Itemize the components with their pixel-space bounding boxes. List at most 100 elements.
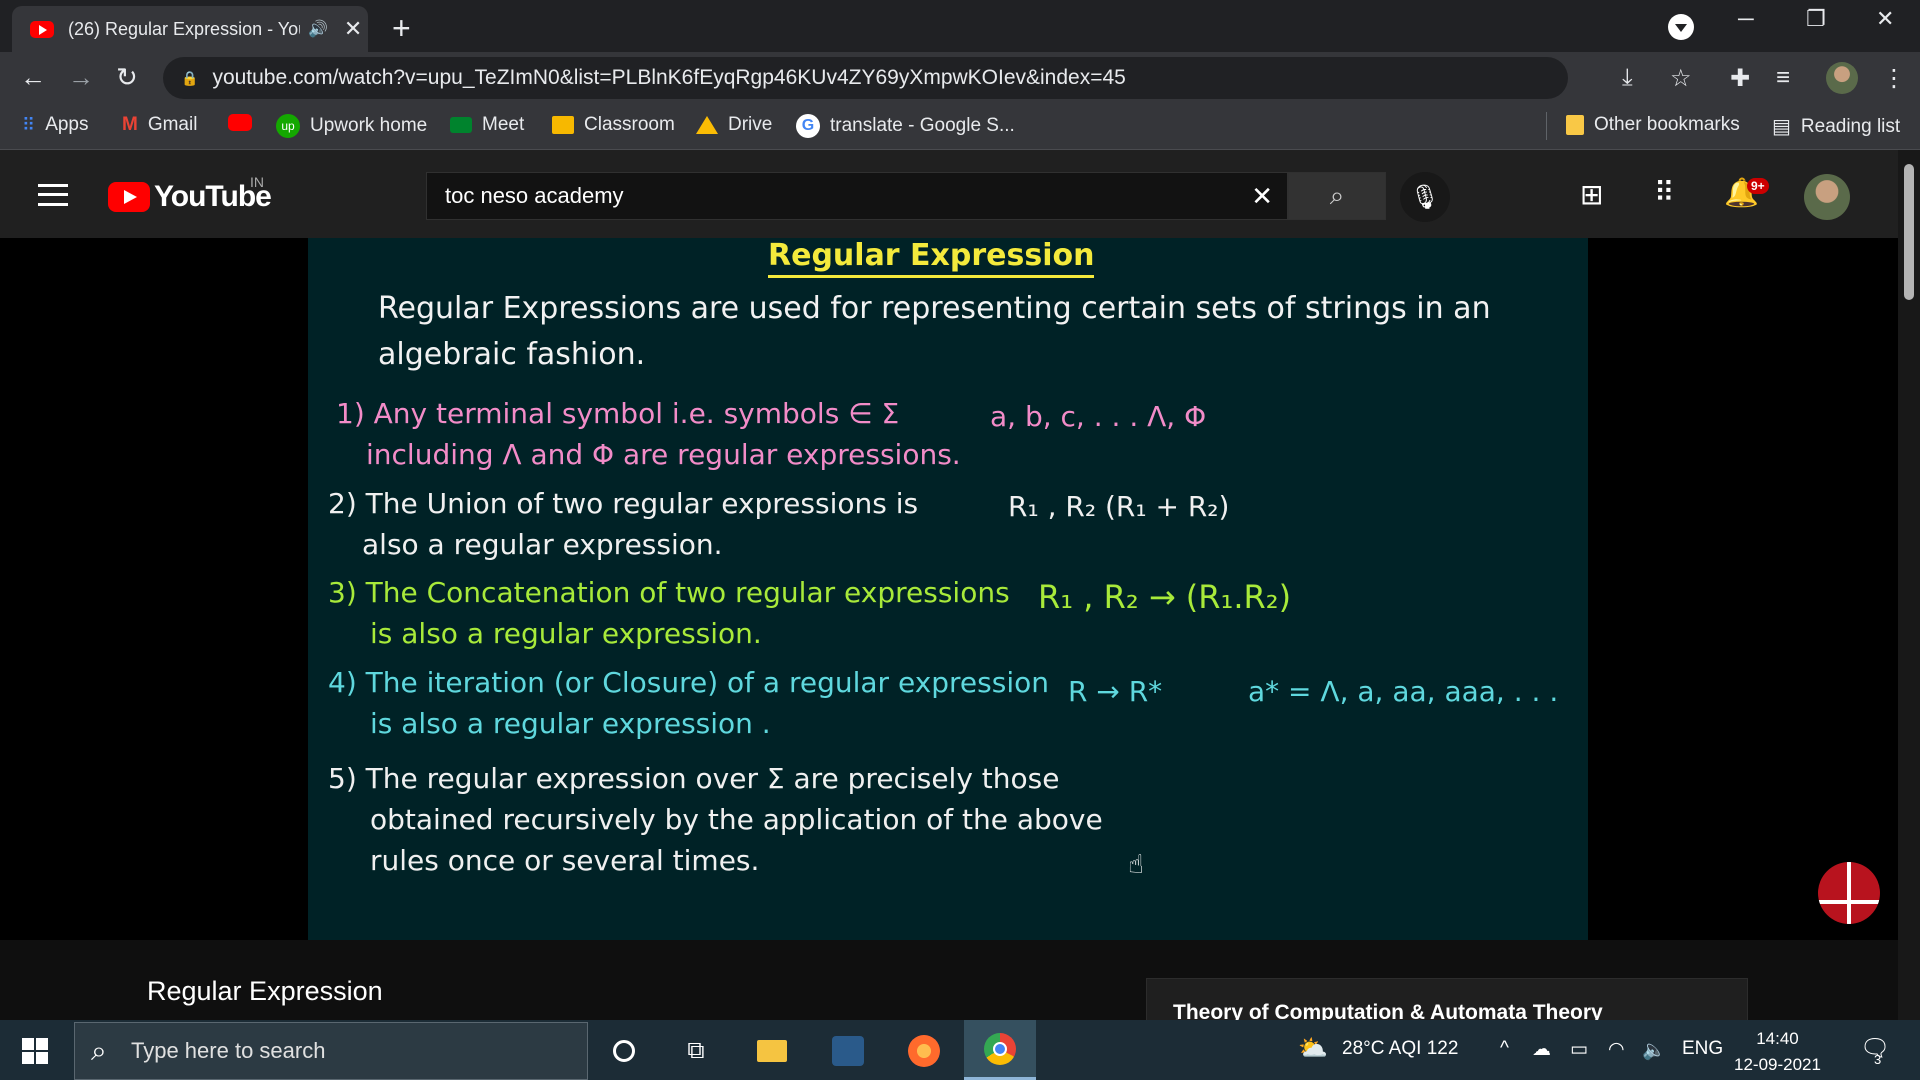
hamburger-menu-icon[interactable] xyxy=(38,184,68,206)
reload-icon[interactable]: ↻ xyxy=(116,62,138,93)
chrome-taskbar-icon[interactable] xyxy=(964,1020,1036,1080)
mouse-cursor-icon: ☝ xyxy=(1128,850,1144,880)
bookmark-drive[interactable]: Drive xyxy=(696,114,772,136)
rule-1: 1) Any terminal symbol i.e. symbols ∈ Σ … xyxy=(336,393,961,475)
install-icon[interactable]: ⤓ xyxy=(1622,64,1633,92)
youtube-favicon-icon xyxy=(30,20,54,38)
youtube-logo[interactable]: YouTube xyxy=(108,180,272,214)
bookmark-upwork[interactable]: up Upwork home xyxy=(276,114,427,138)
bookmark-apps[interactable]: ⠿ Apps xyxy=(22,114,89,136)
gmail-icon: M xyxy=(122,114,138,135)
rule-2-note: R₁ , R₂ (R₁ + R₂) xyxy=(1008,490,1230,523)
windows-taskbar: ⌕ Type here to search ⧉ ⛅ 28°C AQI 122 ^… xyxy=(0,1020,1920,1080)
upwork-icon: up xyxy=(276,114,300,138)
rule-1-line-1: 1) Any terminal symbol i.e. symbols ∈ Σ xyxy=(336,397,900,430)
bookmark-classroom[interactable]: Classroom xyxy=(552,114,675,136)
bookmark-gmail[interactable]: M Gmail xyxy=(122,114,197,136)
other-bookmarks[interactable]: Other bookmarks xyxy=(1566,114,1740,136)
clear-search-icon[interactable]: ✕ xyxy=(1251,181,1273,212)
search-icon: ⌕ xyxy=(91,1035,107,1066)
back-icon[interactable]: ← xyxy=(20,62,46,93)
weather-text[interactable]: 28°C AQI 122 xyxy=(1342,1038,1458,1060)
reading-list[interactable]: ▤ Reading list xyxy=(1772,114,1900,139)
user-avatar[interactable] xyxy=(1804,174,1850,220)
search-icon: ⌕ xyxy=(1329,180,1345,210)
onedrive-icon[interactable]: ☁ xyxy=(1532,1038,1551,1061)
volume-icon[interactable]: 🔈 xyxy=(1642,1038,1666,1062)
drive-icon xyxy=(696,116,718,134)
apps-grid-icon: ⠿ xyxy=(22,114,36,135)
notification-count: 3 xyxy=(1874,1052,1882,1067)
profile-avatar[interactable] xyxy=(1826,62,1858,94)
rule-3-line-2: is also a regular expression. xyxy=(370,617,762,650)
speaker-icon[interactable]: 🔊 xyxy=(308,19,328,39)
rule-5-line-2: obtained recursively by the application … xyxy=(370,803,1103,836)
scrollbar-thumb[interactable] xyxy=(1904,164,1914,300)
minimize-icon[interactable]: ─ xyxy=(1738,6,1754,32)
search-button[interactable]: ⌕ xyxy=(1288,172,1386,220)
new-tab-button[interactable]: + xyxy=(392,10,411,47)
rule-2-line-1: 2) The Union of two regular expressions … xyxy=(328,487,919,520)
bookmark-translate[interactable]: Gtranslate - Google S... xyxy=(796,114,1015,138)
meet-icon xyxy=(450,117,472,133)
browser-tab-strip: (26) Regular Expression - You 🔊 ✕ + ─ ❐ … xyxy=(0,0,1920,52)
cortana-icon[interactable] xyxy=(594,1030,654,1072)
battery-icon[interactable]: ▭ xyxy=(1570,1038,1588,1061)
language-indicator[interactable]: ENG xyxy=(1682,1038,1723,1060)
rule-5: 5) The regular expression over Σ are pre… xyxy=(328,758,1103,881)
forward-icon[interactable]: → xyxy=(68,62,94,93)
lock-icon[interactable]: 🔒 xyxy=(181,70,198,87)
region-code: IN xyxy=(250,174,264,190)
rule-4-line-2: is also a regular expression . xyxy=(370,707,771,740)
rule-4-line-1: 4) The iteration (or Closure) of a regul… xyxy=(328,666,1049,699)
rule-2: 2) The Union of two regular expressions … xyxy=(328,483,918,565)
browser-tab[interactable]: (26) Regular Expression - You 🔊 ✕ xyxy=(12,6,368,52)
bookmarks-bar: ⠿ Apps M Gmail up Upwork home Meet Classroo… xyxy=(0,104,1920,150)
address-bar[interactable]: 🔒 youtube.com/watch?v=upu_TeZImN0&list=P… xyxy=(163,57,1568,99)
search-value: toc neso academy xyxy=(445,183,624,208)
rule-4-note-2: a* = Λ, a, aa, aaa, . . . xyxy=(1248,675,1559,708)
slide-intro: Regular Expressions are used for represe… xyxy=(378,286,1491,378)
windows-start-icon[interactable] xyxy=(22,1038,48,1064)
sublime-app-icon[interactable] xyxy=(818,1030,878,1072)
menu-icon[interactable]: ⋮ xyxy=(1882,64,1906,93)
file-explorer-icon[interactable] xyxy=(742,1030,802,1072)
rule-3: 3) The Concatenation of two regular expr… xyxy=(328,572,1010,654)
tab-title: (26) Regular Expression - You xyxy=(68,18,300,39)
clock-time: 14:40 xyxy=(1756,1029,1799,1048)
rule-1-line-2: including Λ and Φ are regular expression… xyxy=(366,438,961,471)
task-view-icon[interactable]: ⧉ xyxy=(666,1030,726,1072)
wifi-icon[interactable]: ◠ xyxy=(1608,1038,1625,1061)
create-video-icon[interactable]: ⊞ xyxy=(1580,178,1603,211)
youtube-icon xyxy=(228,114,252,131)
show-hidden-icons[interactable]: ^ xyxy=(1500,1038,1509,1060)
bookmark-divider xyxy=(1546,112,1547,140)
restore-icon[interactable]: ❐ xyxy=(1806,6,1826,32)
taskbar-search[interactable]: ⌕ Type here to search xyxy=(74,1022,588,1080)
media-control-icon[interactable]: ≡ xyxy=(1776,64,1790,92)
clock[interactable]: 14:40 12-09-2021 xyxy=(1734,1026,1821,1078)
search-input[interactable]: toc neso academy ✕ xyxy=(426,172,1288,220)
channel-watermark-logo[interactable] xyxy=(1818,862,1880,924)
apps-grid-icon[interactable]: ⠿ xyxy=(1654,176,1675,209)
classroom-icon xyxy=(552,116,574,134)
rule-2-line-2: also a regular expression. xyxy=(362,528,723,561)
url-text: youtube.com/watch?v=upu_TeZImN0&list=PLB… xyxy=(212,66,1126,89)
slide-title: Regular Expression xyxy=(768,238,1095,278)
tab-search-button[interactable] xyxy=(1668,14,1694,40)
rule-3-note: R₁ , R₂ → (R₁.R₂) xyxy=(1038,578,1292,616)
intro-line-1: Regular Expressions are used for represe… xyxy=(378,291,1491,326)
google-icon: G xyxy=(796,114,820,138)
weather-icon[interactable]: ⛅ xyxy=(1298,1034,1328,1063)
extensions-icon[interactable]: ✚ xyxy=(1730,64,1750,93)
rule-3-line-1: 3) The Concatenation of two regular expr… xyxy=(328,576,1010,609)
firefox-icon[interactable] xyxy=(894,1030,954,1072)
close-window-icon[interactable]: ✕ xyxy=(1876,6,1894,32)
bookmark-meet[interactable]: Meet xyxy=(450,114,524,136)
intro-line-2: algebraic fashion. xyxy=(378,337,646,372)
bookmark-star-icon[interactable]: ☆ xyxy=(1670,64,1692,93)
close-tab-icon[interactable]: ✕ xyxy=(344,16,362,42)
voice-search-button[interactable]: 🎙 xyxy=(1400,172,1450,222)
bookmark-youtube[interactable] xyxy=(228,114,262,131)
youtube-play-icon xyxy=(108,182,150,212)
